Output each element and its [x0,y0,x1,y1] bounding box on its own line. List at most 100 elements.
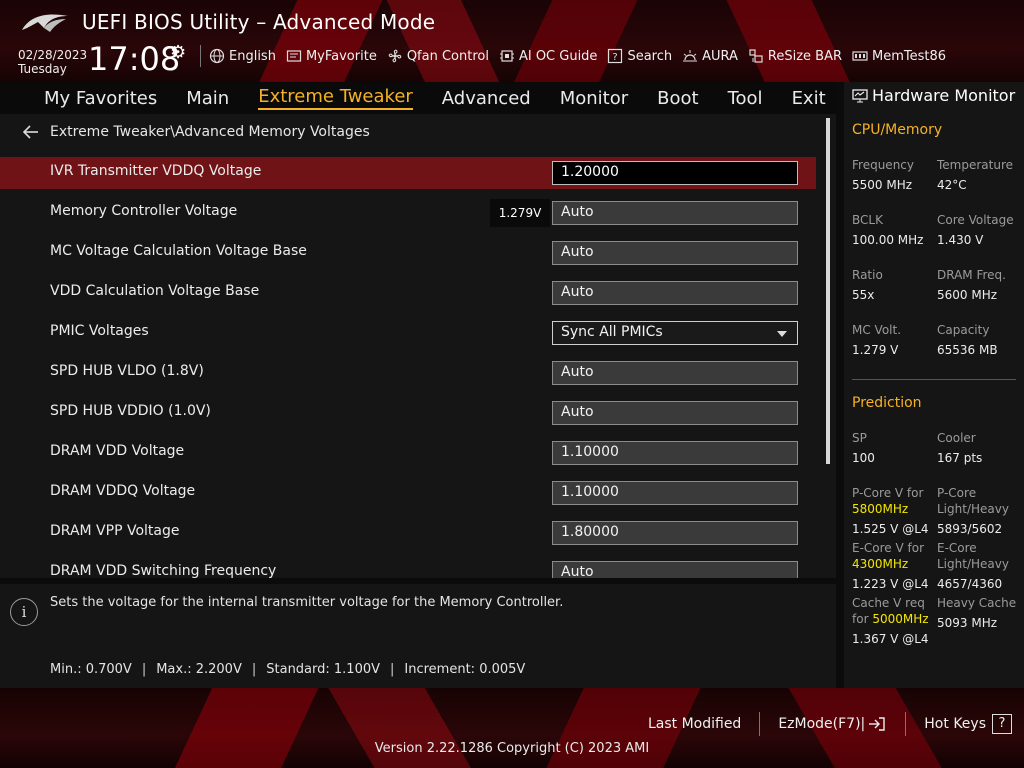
setting-row-mc-voltage-calc-base[interactable]: MC Voltage Calculation Voltage Base Auto [0,237,816,269]
frequency-value: 5500 MHz [852,178,913,192]
frequency-label: Frequency [852,158,914,172]
menu-my-favorites[interactable]: My Favorites [44,88,157,109]
menu-extreme-tweaker[interactable]: Extreme Tweaker [258,86,413,110]
tool-label: MemTest86 [872,48,947,64]
limit-separator: | [141,662,147,677]
ecore-lh-label-line1: E-Core [937,541,977,555]
tool-search[interactable]: ? Search [607,48,672,64]
bclk-value: 100.00 MHz [852,233,924,247]
gear-icon[interactable]: ⚙ [170,42,186,63]
spd-hub-vddio-input[interactable]: Auto [552,401,798,425]
tool-label: English [229,48,276,64]
vdd-calc-base-input[interactable]: Auto [552,281,798,305]
cache-v-value: 1.367 V @L4 [852,632,929,646]
ezmode-label: EzMode(F7)| [778,716,866,732]
tool-english[interactable]: English [209,48,276,64]
ratio-value: 55x [852,288,875,302]
setting-row-ivr-transmitter-vddq[interactable]: IVR Transmitter VDDQ Voltage 1.20000 [0,157,816,189]
version-text: Version 2.22.1286 Copyright (C) 2023 AMI [374,741,650,756]
setting-label: VDD Calculation Voltage Base [50,283,260,299]
setting-label: SPD HUB VDDIO (1.0V) [50,403,211,419]
dram-vdd-switching-frequency-input[interactable]: Auto [552,561,798,578]
menu-main[interactable]: Main [186,88,229,109]
sp-label: SP [852,431,867,445]
tool-resize-bar[interactable]: ReSize BAR [748,48,842,64]
setting-row-pmic-voltages[interactable]: PMIC Voltages Sync All PMICs [0,317,816,349]
setting-label: Memory Controller Voltage [50,203,238,219]
breadcrumb-text: Extreme Tweaker\Advanced Memory Voltages [50,124,370,140]
pmic-voltages-select[interactable]: Sync All PMICs [552,321,798,345]
ecore-v-label-text: E-Core V for [852,541,925,555]
settings-panel: Extreme Tweaker\Advanced Memory Voltages… [0,114,836,578]
tool-label: MyFavorite [305,48,377,64]
menu-boot[interactable]: Boot [657,88,698,109]
tool-qfan-control[interactable]: Qfan Control [387,48,489,64]
mc-voltage-calc-base-input[interactable]: Auto [552,241,798,265]
setting-row-dram-vdd-voltage[interactable]: DRAM VDD Voltage 1.10000 [0,437,816,469]
ivr-vddq-voltage-input[interactable]: 1.20000 [552,161,798,185]
cooler-value: 167 pts [937,451,983,465]
setting-label: DRAM VDD Switching Frequency [50,563,277,578]
dram-vddq-voltage-input[interactable]: 1.10000 [552,481,798,505]
hardware-monitor-panel: Hardware Monitor CPU/Memory Frequency 55… [844,82,1024,688]
spd-hub-vldo-input[interactable]: Auto [552,361,798,385]
menu-advanced[interactable]: Advanced [442,88,531,109]
pcore-v-frequency: 5800MHz [852,502,909,516]
memtest-icon [852,51,868,61]
ecore-v-label: E-Core V for 4300MHz [852,540,924,572]
setting-label: DRAM VDDQ Voltage [50,483,196,499]
ecore-v-value: 1.223 V @L4 [852,577,929,591]
setting-label: DRAM VDD Voltage [50,443,185,459]
clock-time: 17:08 [88,40,181,78]
ecore-lh-label: E-Core Light/Heavy [937,540,1009,572]
setting-row-memory-controller-voltage[interactable]: Memory Controller Voltage 1.279V Auto [0,197,816,229]
help-panel: i Sets the voltage for the internal tran… [0,584,836,688]
breadcrumb: Extreme Tweaker\Advanced Memory Voltages [22,124,370,140]
pcore-lh-label-line1: P-Core [937,486,977,500]
date-text: 02/28/2023 [18,48,88,62]
tool-label: AI OC Guide [518,48,598,64]
rog-logo-icon [22,14,68,32]
setting-row-dram-vdd-switching-frequency[interactable]: DRAM VDD Switching Frequency Auto [0,557,816,578]
cache-v-label-line2: for 5000MHz [852,611,929,627]
setting-label: IVR Transmitter VDDQ Voltage [50,163,262,179]
limit-max: Max.: 2.200V [156,662,242,677]
help-description: Sets the voltage for the internal transm… [50,595,564,610]
last-modified-button[interactable]: Last Modified [648,716,741,732]
limit-separator: | [251,662,257,677]
menu-monitor[interactable]: Monitor [560,88,628,109]
tool-aura[interactable]: AURA [682,48,738,64]
last-modified-label: Last Modified [647,716,742,732]
dram-vpp-voltage-input[interactable]: 1.80000 [552,521,798,545]
tool-myfavorite[interactable]: MyFavorite [286,48,377,64]
ratio-label: Ratio [852,268,883,282]
pcore-lh-label: P-Core Light/Heavy [937,485,1009,517]
setting-row-dram-vddq-voltage[interactable]: DRAM VDDQ Voltage 1.10000 [0,477,816,509]
tool-ai-oc-guide[interactable]: AI OC Guide [499,48,597,64]
setting-row-vdd-calc-base[interactable]: VDD Calculation Voltage Base Auto [0,277,816,309]
core-voltage-value: 1.430 V [937,233,984,247]
menu-exit[interactable]: Exit [792,88,826,109]
setting-row-spd-hub-vldo[interactable]: SPD HUB VLDO (1.8V) Auto [0,357,816,389]
setting-row-spd-hub-vddio[interactable]: SPD HUB VDDIO (1.0V) Auto [0,397,816,429]
capacity-label: Capacity [937,323,990,337]
cache-v-frequency: 5000MHz [872,612,929,626]
hot-keys-button[interactable]: Hot Keys ? [924,714,1012,734]
setting-label: SPD HUB VLDO (1.8V) [50,363,204,379]
tool-memtest86[interactable]: MemTest86 [852,48,946,64]
ezmode-button[interactable]: EzMode(F7)| [778,716,887,732]
aura-icon [683,50,698,62]
dram-vdd-voltage-input[interactable]: 1.10000 [552,441,798,465]
resize-bar-icon [749,49,763,63]
pcore-lh-value: 5893/5602 [937,522,1003,536]
back-arrow-icon[interactable] [22,125,40,139]
tool-label: Qfan Control [406,48,489,64]
menu-tool[interactable]: Tool [728,88,763,109]
setting-label: PMIC Voltages [50,323,149,339]
top-toolbar: English MyFavorite Qfan Control AI OC Gu… [200,45,956,67]
memory-controller-voltage-input[interactable]: Auto [552,201,798,225]
scrollbar-thumb[interactable] [826,118,830,464]
heavy-cache-value: 5093 MHz [937,616,998,630]
setting-row-dram-vpp-voltage[interactable]: DRAM VPP Voltage 1.80000 [0,517,816,549]
cache-v-label: Cache V req for 5000MHz [852,595,929,627]
